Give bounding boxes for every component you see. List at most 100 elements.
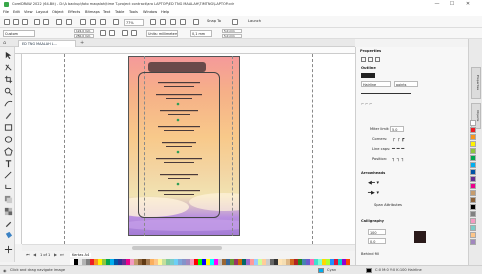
menu-file[interactable]: File [3, 10, 9, 14]
poster-header-shape[interactable] [148, 62, 206, 72]
settings-icon[interactable] [232, 19, 238, 25]
page-width-field[interactable]: 122,0 mm [74, 29, 94, 33]
open-icon[interactable] [13, 19, 19, 25]
outline-color-swatch[interactable] [361, 73, 375, 78]
maximize-button[interactable]: ☐ [447, 1, 457, 8]
paper-type-select[interactable]: Custom [3, 30, 35, 37]
palette-swatch[interactable] [470, 127, 476, 133]
drop-shadow-tool-icon[interactable] [3, 194, 13, 204]
duplicate-y-field[interactable]: 5,0 mm [222, 33, 242, 38]
tab-properties[interactable]: Properties [471, 67, 481, 99]
guideline[interactable] [64, 54, 65, 244]
rulers-icon[interactable] [160, 19, 166, 25]
landscape-icon[interactable] [109, 30, 115, 36]
outline-tab-icon[interactable] [361, 57, 366, 62]
text-tool-icon[interactable] [3, 158, 12, 168]
zoom-level-field[interactable]: 77% [124, 19, 144, 26]
vertical-ruler[interactable] [15, 54, 22, 244]
minimize-button[interactable]: — [432, 1, 442, 8]
home-icon[interactable]: ⌂ [3, 40, 9, 46]
fill-color-swatch[interactable] [318, 268, 324, 273]
artistic-media-tool-icon[interactable] [3, 110, 12, 120]
transparency-tab-icon[interactable] [375, 57, 380, 62]
add-tab-icon[interactable]: + [80, 40, 84, 46]
stretch-field[interactable]: 100 [368, 229, 386, 235]
span-attributes-label[interactable]: Span Attributes [374, 203, 402, 207]
crop-tool-icon[interactable] [3, 74, 13, 84]
next-page-icon[interactable]: ▶ [54, 252, 57, 257]
angle-field[interactable]: 0,0 [368, 238, 386, 244]
guideline[interactable] [232, 56, 233, 236]
smart-fill-tool-icon[interactable] [3, 244, 13, 254]
outline-units-select[interactable]: points [394, 81, 418, 87]
page-height-field[interactable]: 250,0 mm [74, 33, 94, 38]
corner-icons[interactable]: ⌐ ⌐ ⌐ [361, 102, 372, 106]
miter-limit-field[interactable]: 5,0 [390, 126, 404, 132]
all-pages-icon[interactable] [122, 30, 128, 36]
guidelines-icon[interactable] [180, 19, 186, 25]
export-icon[interactable] [100, 19, 106, 25]
menu-window[interactable]: Window [143, 10, 157, 14]
palette-swatch[interactable] [470, 211, 476, 217]
close-button[interactable]: ✕ [463, 1, 473, 8]
behind-fill-checkbox[interactable]: Behind fill [361, 252, 379, 256]
nudge-distance-field[interactable]: 0,1 mm [190, 30, 212, 37]
poster-text-lines[interactable] [148, 80, 210, 214]
interactive-fill-tool-icon[interactable] [3, 230, 13, 239]
units-select[interactable]: Units: millimeters [146, 30, 178, 37]
menu-edit[interactable]: Edit [13, 10, 20, 14]
save-icon[interactable] [22, 19, 28, 25]
undo-icon[interactable] [56, 19, 62, 25]
launch-dropdown[interactable]: Launch [248, 19, 261, 23]
palette-swatch[interactable] [470, 155, 476, 161]
prev-page-icon[interactable]: ◀ [33, 252, 36, 257]
first-page-icon[interactable]: ⏮ [26, 252, 30, 257]
palette-swatch[interactable] [470, 120, 476, 126]
palette-swatch[interactable] [470, 190, 476, 196]
menu-view[interactable]: View [24, 10, 33, 14]
page-tab[interactable]: Kertas A4 [70, 252, 92, 257]
new-document-icon[interactable] [4, 19, 10, 25]
menu-tools[interactable]: Tools [129, 10, 138, 14]
palette-swatch[interactable] [470, 225, 476, 231]
palette-swatch[interactable] [470, 141, 476, 147]
transparency-tool-icon[interactable] [3, 206, 13, 216]
palette-swatch[interactable] [470, 232, 476, 238]
rectangle-tool-icon[interactable] [3, 122, 13, 131]
menu-text[interactable]: Text [103, 10, 110, 14]
zoom-tool-icon[interactable] [3, 86, 13, 96]
full-screen-icon[interactable] [150, 19, 156, 25]
horizontal-scrollbar[interactable] [22, 244, 355, 251]
palette-swatch[interactable] [470, 134, 476, 140]
corner-style-buttons[interactable]: ┌ ╭ ┏ [392, 136, 404, 142]
line-cap-buttons[interactable]: ━ ━ ━ [392, 146, 404, 152]
menu-table[interactable]: Table [115, 10, 124, 14]
palette-swatch[interactable] [470, 204, 476, 210]
palette-swatch[interactable] [470, 176, 476, 182]
color-eyedropper-tool-icon[interactable] [3, 218, 12, 228]
layout-icon[interactable] [193, 19, 199, 25]
grid-icon[interactable] [170, 19, 176, 25]
last-page-icon[interactable]: ⏭ [60, 252, 64, 257]
current-page-icon[interactable] [131, 30, 137, 36]
end-arrowhead-select[interactable]: ━▶ ▾ [368, 190, 379, 196]
snap-to-dropdown[interactable]: Snap To [207, 19, 221, 23]
menu-object[interactable]: Object [52, 10, 64, 14]
menu-effects[interactable]: Effects [68, 10, 80, 14]
menu-help[interactable]: Help [161, 10, 169, 14]
menu-layout[interactable]: Layout [36, 10, 48, 14]
menu-bitmaps[interactable]: Bitmaps [85, 10, 100, 14]
parallel-dimension-tool-icon[interactable] [3, 170, 12, 179]
shape-tool-icon[interactable] [3, 62, 12, 71]
publish-pdf-icon[interactable] [113, 19, 119, 25]
horizontal-ruler[interactable] [15, 47, 355, 54]
import-icon[interactable] [90, 19, 96, 25]
search-content-icon[interactable] [80, 19, 86, 25]
polygon-tool-icon[interactable] [3, 146, 13, 156]
freehand-tool-icon[interactable] [3, 98, 13, 107]
portrait-icon[interactable] [100, 30, 106, 36]
palette-swatch[interactable] [470, 183, 476, 189]
palette-swatch[interactable] [470, 169, 476, 175]
outline-color-swatch-status[interactable] [366, 268, 372, 273]
outline-width-select[interactable]: Hairline [361, 81, 391, 87]
